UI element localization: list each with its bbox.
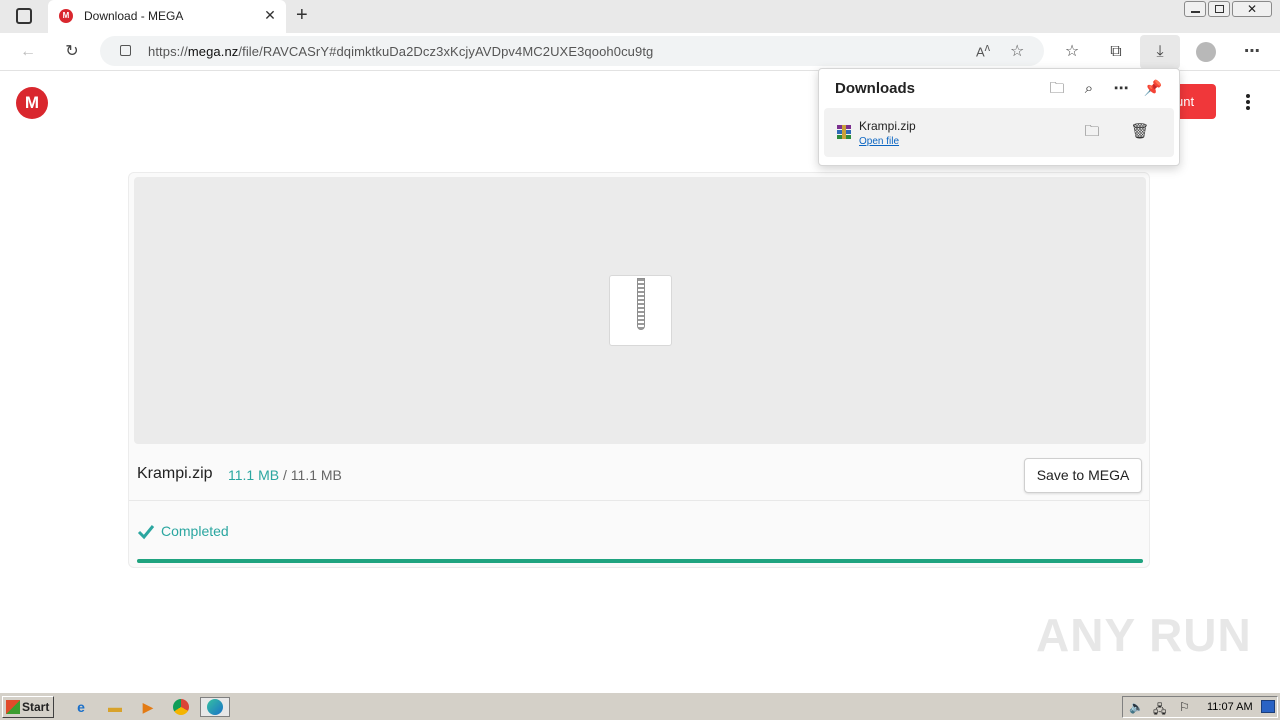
favorites-icon[interactable]: ☆ <box>1062 42 1082 62</box>
save-to-mega-button[interactable]: Save to MEGA <box>1024 458 1142 493</box>
restore-icon[interactable] <box>1208 1 1230 17</box>
total-size: 11.1 MB <box>290 467 342 483</box>
profile-avatar-icon[interactable] <box>1196 42 1216 62</box>
tab-actions-icon[interactable] <box>16 8 32 24</box>
windows-taskbar: Start e ▬ ▶ 🔈 🖧 ⚐ 11:07 AM <box>0 692 1280 720</box>
tab-close-icon[interactable]: ✕ <box>262 7 278 24</box>
mega-logo[interactable]: M <box>16 87 48 119</box>
downloaded-size: 11.1 MB <box>228 467 280 483</box>
search-downloads-icon[interactable]: ⌕ <box>1079 79 1099 99</box>
minimize-icon[interactable] <box>1184 1 1206 17</box>
read-aloud-icon[interactable]: Aʌ <box>976 42 990 59</box>
open-downloads-folder-icon[interactable]: 🗀 <box>1047 79 1067 99</box>
download-file-name: Krampi.zip <box>859 119 916 133</box>
pin-icon[interactable]: 📌 <box>1143 79 1163 99</box>
address-bar[interactable]: https://mega.nz/file/RAVCASrY#dqimktkuDa… <box>100 36 1044 66</box>
downloads-icon[interactable]: ⤓ <box>1140 35 1180 69</box>
back-icon[interactable]: ← <box>18 42 38 62</box>
download-item[interactable]: Krampi.zip Open file 🗀 🗑 <box>824 108 1174 157</box>
action-center-flag-icon[interactable]: ⚐ <box>1179 700 1190 714</box>
lock-icon[interactable] <box>120 45 131 56</box>
url-text: https://mega.nz/file/RAVCASrY#dqimktkuDa… <box>148 44 654 59</box>
file-info-row: Krampi.zip 11.1 MB / 11.1 MB Save to MEG… <box>129 448 1149 501</box>
volume-icon[interactable]: 🔈 <box>1129 700 1144 714</box>
downloads-flyout: Downloads 🗀 ⌕ ⋯ 📌 Krampi.zip Open file 🗀… <box>818 68 1180 166</box>
show-in-folder-icon[interactable]: 🗀 <box>1082 122 1102 142</box>
anyrun-watermark: ANY RUN <box>1036 609 1252 661</box>
mega-favicon-icon: M <box>59 9 73 23</box>
rar-archive-icon <box>837 125 851 139</box>
internet-explorer-icon[interactable]: e <box>70 697 92 717</box>
edge-icon[interactable] <box>200 697 230 717</box>
file-download-card: Krampi.zip 11.1 MB / 11.1 MB Save to MEG… <box>128 172 1150 568</box>
downloads-title: Downloads <box>835 80 916 97</box>
network-icon[interactable]: 🖧 <box>1153 700 1166 721</box>
file-preview-area <box>134 177 1146 444</box>
close-window-icon[interactable]: ✕ <box>1232 1 1272 17</box>
file-explorer-icon[interactable]: ▬ <box>104 697 126 717</box>
new-tab-icon[interactable]: + <box>296 4 308 27</box>
start-label: Start <box>22 700 50 714</box>
clock: 11:07 AM <box>1207 701 1253 713</box>
size-separator: / <box>283 467 287 483</box>
page-menu-icon[interactable] <box>1240 94 1256 112</box>
refresh-icon[interactable]: ↻ <box>62 42 82 62</box>
file-name: Krampi.zip <box>137 465 213 482</box>
zip-file-icon <box>609 275 672 346</box>
tab-title: Download - MEGA <box>84 9 184 23</box>
download-progress-bar <box>137 559 1143 563</box>
collections-icon[interactable]: ⧉ <box>1106 42 1126 62</box>
more-options-icon[interactable]: ⋯ <box>1111 79 1131 99</box>
add-favorite-icon[interactable]: ☆ <box>1010 41 1024 61</box>
open-file-link[interactable]: Open file <box>859 136 899 147</box>
tab-mega-download[interactable]: M Download - MEGA ✕ <box>48 0 286 33</box>
download-status: Completed <box>137 522 229 540</box>
browser-tab-strip: M Download - MEGA ✕ + ✕ <box>0 0 1280 33</box>
file-size: 11.1 MB / 11.1 MB <box>228 467 342 483</box>
delete-icon[interactable]: 🗑 <box>1130 122 1150 142</box>
start-button[interactable]: Start <box>2 696 54 718</box>
more-options-icon[interactable]: ⋯ <box>1242 42 1262 62</box>
checkmark-icon <box>137 525 155 540</box>
system-tray: 🔈 🖧 ⚐ 11:07 AM <box>1122 696 1278 718</box>
media-player-icon[interactable]: ▶ <box>137 697 159 717</box>
show-desktop-icon[interactable] <box>1261 700 1275 713</box>
status-text: Completed <box>161 523 229 539</box>
chrome-icon[interactable] <box>170 697 192 717</box>
browser-toolbar: ← ↻ https://mega.nz/file/RAVCASrY#dqimkt… <box>0 33 1280 71</box>
windows-flag-icon <box>6 700 20 714</box>
